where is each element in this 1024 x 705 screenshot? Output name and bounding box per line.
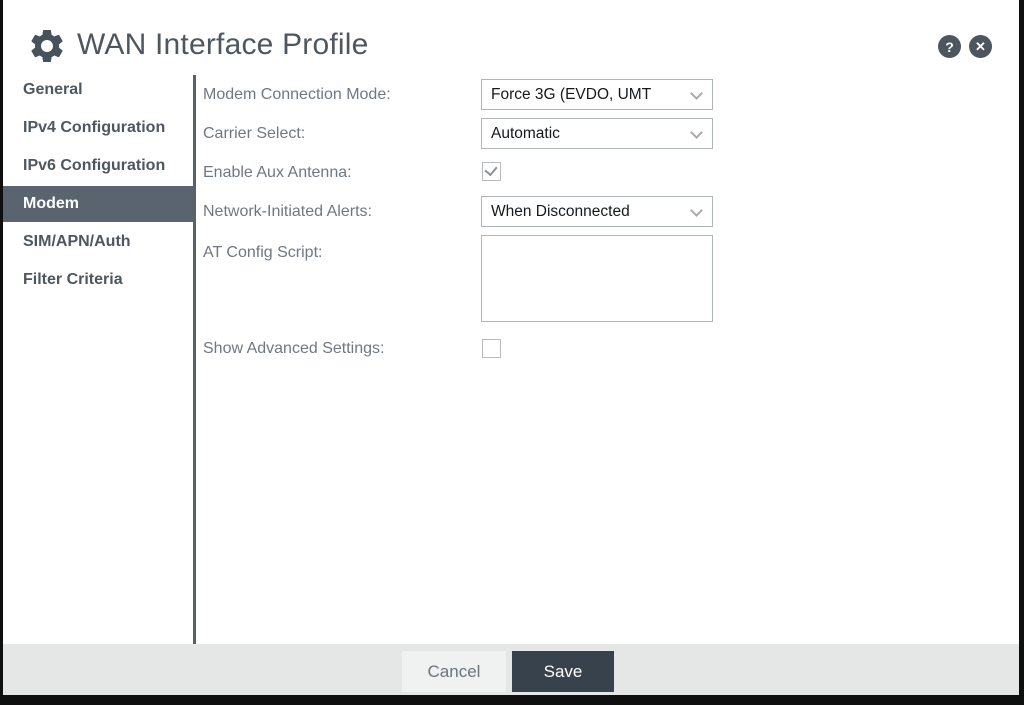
chevron-down-icon	[690, 126, 703, 139]
modem-connection-mode-select[interactable]: Force 3G (EVDO, UMT	[481, 79, 713, 110]
sidebar-item-ipv4[interactable]: IPv4 Configuration	[3, 119, 193, 137]
sidebar-item-general[interactable]: General	[3, 81, 193, 99]
chevron-down-icon	[690, 204, 703, 217]
enable-aux-antenna-label: Enable Aux Antenna:	[203, 164, 352, 182]
show-advanced-settings-label: Show Advanced Settings:	[203, 340, 384, 358]
at-config-script-textarea[interactable]	[481, 235, 713, 322]
carrier-select-label: Carrier Select:	[203, 125, 305, 143]
modem-connection-mode-value: Force 3G (EVDO, UMT	[491, 86, 651, 103]
sidebar-item-sim-apn-auth[interactable]: SIM/APN/Auth	[3, 233, 193, 251]
sidebar-divider	[193, 75, 196, 644]
enable-aux-antenna-checkbox[interactable]	[482, 162, 501, 181]
modem-connection-mode-label: Modem Connection Mode:	[203, 86, 391, 104]
screen-backdrop: WAN Interface Profile ? ✕ General IPv4 C…	[0, 0, 1024, 705]
at-config-script-label: AT Config Script:	[203, 244, 322, 262]
carrier-select-value: Automatic	[491, 125, 560, 142]
sidebar-item-ipv6[interactable]: IPv6 Configuration	[3, 157, 193, 175]
checkmark-icon	[484, 163, 497, 177]
network-initiated-alerts-select[interactable]: When Disconnected	[481, 196, 713, 227]
sidebar-item-modem[interactable]: Modem	[3, 186, 193, 222]
footer-bar: Cancel Save	[3, 644, 1019, 695]
sidebar-item-filter-criteria[interactable]: Filter Criteria	[3, 271, 193, 289]
page-title: WAN Interface Profile	[77, 28, 369, 62]
network-initiated-alerts-value: When Disconnected	[491, 203, 630, 220]
help-icon[interactable]: ?	[938, 35, 961, 58]
cancel-button[interactable]: Cancel	[402, 651, 506, 692]
wan-interface-profile-dialog: WAN Interface Profile ? ✕ General IPv4 C…	[3, 0, 1019, 695]
gear-icon	[27, 26, 67, 66]
chevron-down-icon	[690, 87, 703, 100]
close-icon[interactable]: ✕	[969, 35, 992, 58]
carrier-select-select[interactable]: Automatic	[481, 118, 713, 149]
save-button[interactable]: Save	[512, 651, 614, 692]
network-initiated-alerts-label: Network-Initiated Alerts:	[203, 203, 372, 221]
show-advanced-settings-checkbox[interactable]	[482, 339, 501, 358]
